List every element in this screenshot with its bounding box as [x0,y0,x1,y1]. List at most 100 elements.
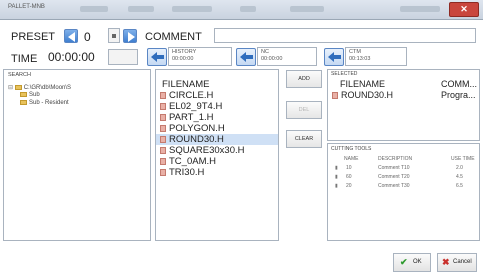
ok-button[interactable]: ✔ OK [393,253,431,272]
tools-col-description: DESCRIPTION [378,156,413,162]
tool-use-time: 6.5 [456,183,463,189]
preset-dropdown[interactable] [108,28,120,43]
preset-next-button[interactable] [123,29,137,43]
selected-col-comment: COMM... [441,79,477,89]
tool-name: 20 [346,183,352,189]
file-name: TRI30.H [169,167,205,178]
file-list-item[interactable]: TRI30.H [156,167,278,178]
clear-button[interactable]: CLEAR [286,130,322,148]
window-close-button[interactable]: ✕ [449,2,479,17]
preset-value[interactable]: 0 [84,30,91,44]
check-icon: ✔ [400,257,408,267]
preset-label: PRESET [11,31,56,43]
tool-name: 60 [346,174,352,180]
arrow-left-icon [328,52,341,62]
x-icon: ✖ [442,257,450,267]
tree-item-sub-resident[interactable]: Sub - Resident [20,100,69,106]
tool-icon: ▮ [335,174,338,180]
window-title: PALLET-MNB [8,4,45,10]
file-icon [332,92,338,99]
folder-icon [20,92,27,97]
comment-input[interactable] [214,28,476,43]
search-label: SEARCH [8,72,31,78]
filename-header: FILENAME [162,79,210,90]
tool-use-time: 2.0 [456,165,463,171]
time-stepper[interactable] [108,49,138,65]
blurred-tab [290,6,324,12]
tools-col-use-time: USE TIME [451,156,475,162]
file-icon [160,125,166,132]
tool-description: Comment T20 [378,174,410,180]
nc-label: NC [261,49,269,55]
selected-title: SELECTED [331,71,358,77]
tool-description: Comment T30 [378,183,410,189]
tool-use-time: 4.5 [456,174,463,180]
ctm-value: 00:13:03 [349,56,371,62]
file-list-item[interactable]: TC_0AM.H [156,156,278,167]
file-icon [160,158,166,165]
time-value: 00:00:00 [48,50,95,64]
ctm-label: CTM [349,49,361,55]
file-name: EL02_9T4.H [169,101,223,112]
file-name: CIRCLE.H [169,90,214,101]
tools-col-name: NAME [344,156,359,162]
del-button[interactable]: DEL [286,101,322,119]
history-box: HISTORY 00:00:00 [168,47,232,66]
nc-box: NC 00:00:00 [257,47,317,66]
title-bar: PALLET-MNB ✕ [0,0,483,20]
ctm-load-button[interactable] [324,48,344,66]
folder-icon [14,84,22,90]
blurred-tab [172,6,212,12]
dot-icon [112,34,116,38]
search-panel: SEARCH ⊟ C:\GR\db\Moon\S Sub Sub - Resid… [3,69,151,241]
file-list-item[interactable]: EL02_9T4.H [156,101,278,112]
selected-row[interactable]: ROUND30.H [332,90,393,100]
selected-row-comment: Progra... [441,90,476,100]
cutting-tools-title: CUTTING TOOLS [331,146,372,152]
blurred-tab [400,6,440,12]
file-icon [160,169,166,176]
file-icon [160,92,166,99]
selected-col-filename: FILENAME [340,79,386,89]
arrow-left-icon [240,52,253,62]
ctm-box: CTM 00:13:03 [345,47,407,66]
tree-item-sub[interactable]: Sub [20,92,40,98]
file-list: FILENAME CIRCLE.H EL02_9T4.H PART_1.H POLYG… [155,69,279,241]
tool-description: Comment T10 [378,165,410,171]
file-name: PART_1.H [169,112,214,123]
file-name: POLYGON.H [169,123,225,134]
file-list-item[interactable]: CIRCLE.H [156,90,278,101]
file-list-item[interactable]: POLYGON.H [156,123,278,134]
folder-icon [20,100,27,105]
file-list-item[interactable]: ROUND30.H [156,134,278,145]
cancel-button[interactable]: ✖ Cancel [437,253,477,272]
file-name: ROUND30.H [169,134,224,145]
file-icon [160,147,166,154]
tool-icon: ▮ [335,183,338,189]
preset-prev-button[interactable] [64,29,78,43]
nc-load-button[interactable] [236,48,256,66]
tool-icon: ▮ [335,165,338,171]
history-value: 00:00:00 [172,56,194,62]
arrow-right-icon [128,32,135,42]
collapse-icon: ⊟ [8,85,14,91]
blurred-tab [128,6,154,12]
comment-label: COMMENT [145,31,202,43]
file-list-item[interactable]: PART_1.H [156,112,278,123]
blurred-tab [240,6,256,12]
file-icon [160,136,166,143]
file-name: TC_0AM.H [169,156,216,167]
file-icon [160,103,166,110]
history-label: HISTORY [172,49,197,55]
add-button[interactable]: ADD [286,70,322,88]
file-list-item[interactable]: SQUARE30x30.H [156,145,278,156]
blurred-tab [80,6,108,12]
file-name: SQUARE30x30.H [169,145,245,156]
tool-name: 10 [346,165,352,171]
close-icon: ✕ [460,4,468,14]
arrow-left-icon [151,52,164,62]
selected-panel: SELECTED FILENAME COMM... ROUND30.H Prog… [327,69,480,141]
tree-item-root[interactable]: ⊟ C:\GR\db\Moon\S [8,84,71,91]
history-load-button[interactable] [147,48,167,66]
file-icon [160,114,166,121]
